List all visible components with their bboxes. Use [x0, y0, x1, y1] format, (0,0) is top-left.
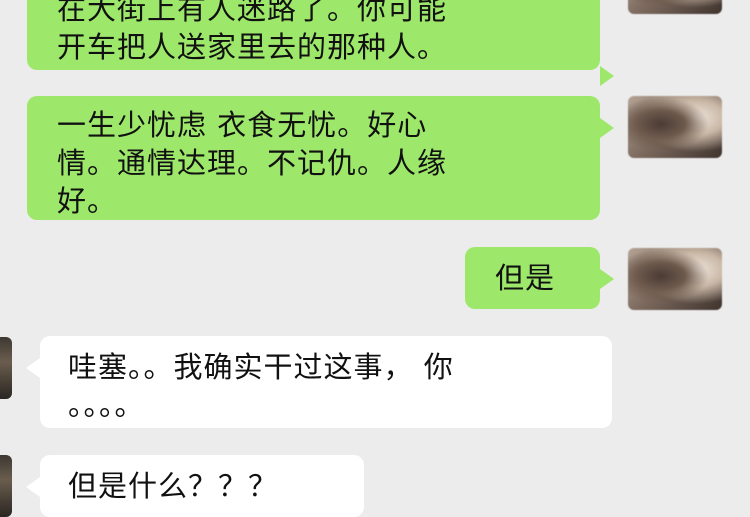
message-text-line: 但是什么？？？	[68, 469, 279, 503]
message-bubble-outgoing: 在大街上有人迷路了。你可能 开车把人送家里去的那种人。	[27, 0, 614, 86]
message-text-line: 但是	[495, 261, 556, 295]
message-text-line: 哇塞。。我确实干过这事， 你	[68, 350, 454, 384]
message-text-line: 在大街上有人迷路了。你可能	[57, 0, 448, 26]
avatar[interactable]	[0, 337, 12, 399]
avatar[interactable]	[0, 455, 12, 517]
message-text-line: 。。。。	[68, 388, 145, 422]
message-bubble-incoming: 哇塞。。我确实干过这事， 你 。。。。	[26, 336, 612, 428]
message-text-line: 一生少忧虑 衣食无忧。好心	[57, 108, 428, 142]
avatar[interactable]	[628, 0, 722, 14]
message-text-line: 开车把人送家里去的那种人。	[57, 30, 448, 64]
message-bubble-outgoing: 一生少忧虑 衣食无忧。好心 情。通情达理。不记仇。人缘 好。	[27, 96, 614, 220]
message-bubble-outgoing: 但是	[465, 247, 614, 309]
avatar[interactable]	[628, 96, 722, 158]
avatar[interactable]	[628, 248, 722, 310]
message-text-line: 好。	[57, 184, 118, 218]
message-bubble-incoming: 但是什么？？？	[26, 455, 364, 517]
message-text-line: 情。通情达理。不记仇。人缘	[57, 146, 448, 180]
chat-message-list[interactable]: 在大街上有人迷路了。你可能 开车把人送家里去的那种人。 一生少忧虑 衣食无忧。好…	[0, 0, 750, 517]
